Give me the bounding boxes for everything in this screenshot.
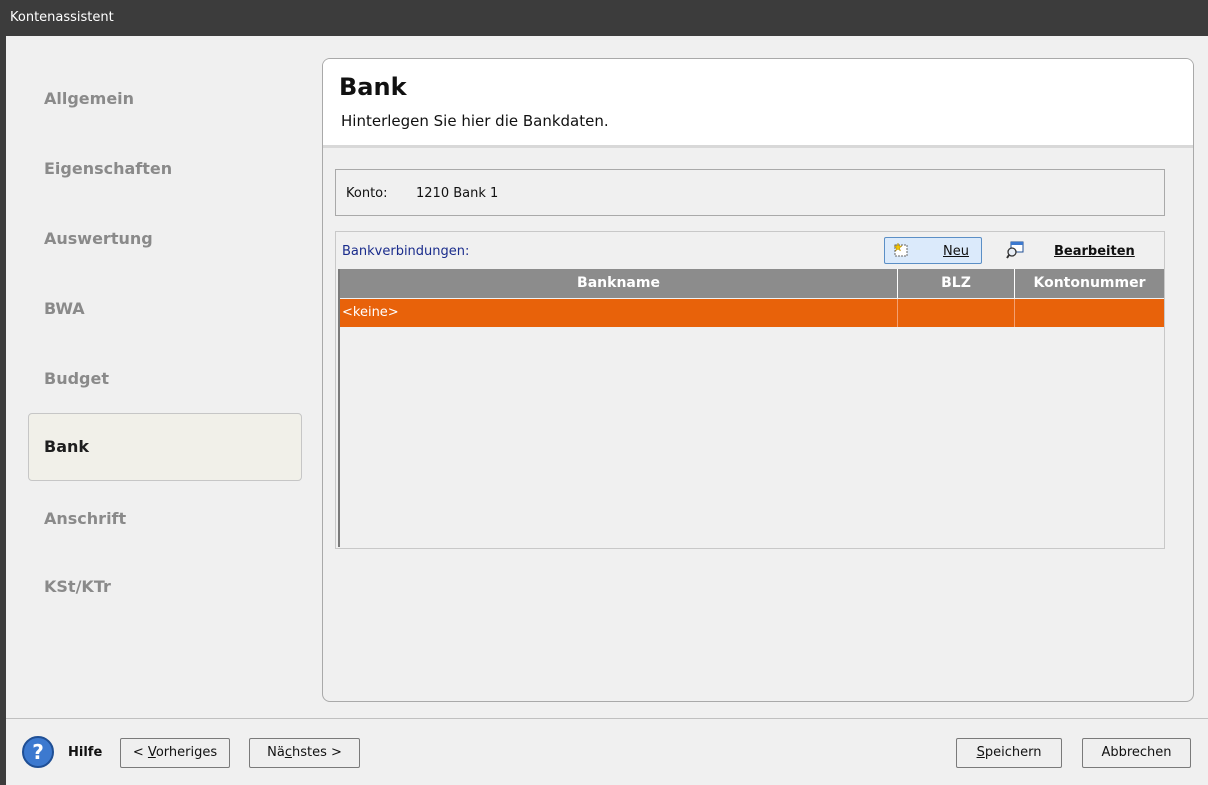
previous-button[interactable]: < Vorheriges — [120, 738, 230, 768]
save-button-accesskey: S — [976, 745, 985, 760]
cell-blz — [898, 299, 1015, 327]
help-question-icon[interactable]: ? — [22, 736, 54, 768]
nav-item-label: Budget — [44, 369, 109, 388]
table-row[interactable]: <keine> — [340, 299, 1164, 327]
dialog-body: Allgemein Eigenschaften Auswertung BWA B… — [6, 36, 1208, 785]
next-button-rest: hstes > — [291, 745, 342, 760]
nav-item-label: Auswertung — [44, 229, 153, 248]
nav-item-kst-ktr[interactable]: KSt/KTr — [28, 553, 302, 621]
previous-button-accesskey: V — [147, 745, 156, 760]
previous-button-rest: orheriges — [155, 745, 218, 760]
nav-item-label: Eigenschaften — [44, 159, 173, 178]
new-document-icon — [893, 242, 908, 257]
next-button-prefix: Nä — [267, 745, 285, 760]
next-button-accesskey: c — [284, 745, 292, 760]
column-header-kontonummer[interactable]: Kontonummer — [1015, 269, 1164, 298]
save-button[interactable]: Speichern — [956, 738, 1062, 768]
footer-divider — [6, 718, 1208, 719]
previous-button-prefix: < — [132, 745, 148, 760]
nav-item-eigenschaften[interactable]: Eigenschaften — [28, 135, 302, 203]
nav-item-label: Anschrift — [44, 509, 127, 528]
new-button-label: Neu — [943, 244, 969, 259]
konto-label: Konto: — [346, 186, 388, 201]
nav-item-label: BWA — [44, 299, 85, 318]
content-panel: Bank Hinterlegen Sie hier die Bankdaten.… — [322, 58, 1194, 702]
help-label[interactable]: Hilfe — [68, 745, 102, 760]
konto-info-box: Konto: 1210 Bank 1 — [335, 169, 1165, 216]
window-title: Kontenassistent — [10, 10, 114, 25]
nav-item-budget[interactable]: Budget — [28, 345, 302, 413]
edit-button-label: Bearbeiten — [1054, 244, 1135, 259]
edit-search-icon — [1006, 241, 1024, 259]
nav-item-label: KSt/KTr — [44, 577, 111, 596]
nav-item-anschrift[interactable]: Anschrift — [28, 485, 302, 553]
page-subtitle: Hinterlegen Sie hier die Bankdaten. — [341, 112, 609, 130]
bank-connections-section: Bankverbindungen: Neu Bearbeiten Banknam… — [335, 231, 1165, 549]
bank-table: Bankname BLZ Kontonummer <keine> — [338, 269, 1164, 547]
new-button[interactable]: Neu — [884, 237, 982, 264]
cancel-button[interactable]: Abbrechen — [1082, 738, 1191, 768]
next-button[interactable]: Nächstes > — [249, 738, 360, 768]
nav-item-label: Allgemein — [44, 89, 135, 108]
page-title: Bank — [339, 73, 407, 101]
nav-item-bank[interactable]: Bank — [28, 413, 302, 481]
cell-kontonummer — [1015, 299, 1164, 327]
save-button-rest: peichern — [984, 745, 1042, 760]
column-header-bankname[interactable]: Bankname — [340, 269, 898, 298]
nav-item-auswertung[interactable]: Auswertung — [28, 205, 302, 273]
edit-button[interactable]: Bearbeiten — [1000, 237, 1150, 264]
title-bar: Kontenassistent — [0, 0, 1208, 36]
panel-header: Bank Hinterlegen Sie hier die Bankdaten. — [323, 59, 1193, 148]
bank-connections-label: Bankverbindungen: — [342, 244, 470, 259]
konto-value: 1210 Bank 1 — [416, 186, 499, 201]
nav-item-allgemein[interactable]: Allgemein — [28, 65, 302, 133]
column-header-blz[interactable]: BLZ — [898, 269, 1015, 298]
cell-bankname: <keine> — [340, 299, 898, 327]
nav-item-label: Bank — [44, 437, 90, 456]
nav-item-bwa[interactable]: BWA — [28, 275, 302, 343]
